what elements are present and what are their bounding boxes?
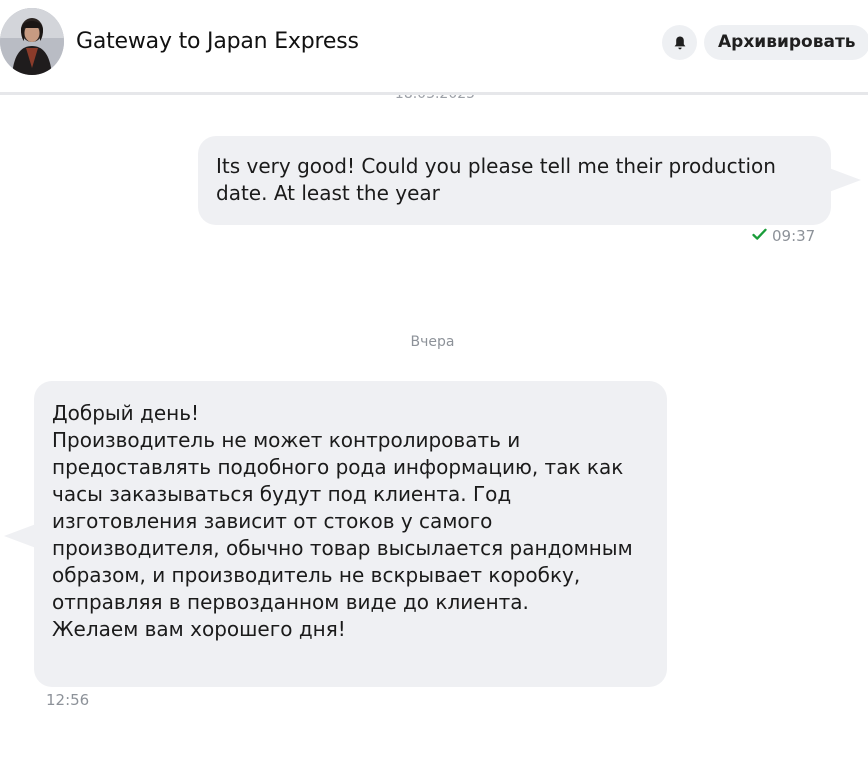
message-incoming-time: 12:56 (46, 691, 90, 709)
message-incoming[interactable]: Добрый день! Производитель не может конт… (34, 381, 667, 687)
date-separator: Вчера (410, 334, 455, 350)
chat-title: Gateway to Japan Express (76, 29, 359, 54)
avatar[interactable] (0, 8, 64, 75)
avatar-image (0, 8, 64, 75)
chat-header: Gateway to Japan Express Архивировать (0, 0, 868, 95)
bubble-tail-incoming (4, 524, 36, 548)
message-outgoing-time: 09:37 (772, 227, 816, 245)
chat-window: 18.03.2025 Gateway to Japan Express Архи… (0, 0, 868, 777)
message-outgoing-text: Its very good! Could you please tell me … (216, 154, 776, 205)
notifications-button[interactable] (662, 25, 697, 60)
message-incoming-text: Добрый день! Производитель не может конт… (52, 401, 633, 641)
message-outgoing[interactable]: Its very good! Could you please tell me … (198, 136, 831, 225)
message-outgoing-meta: 09:37 (752, 227, 815, 245)
bell-icon (674, 36, 685, 49)
checkmark-icon (752, 227, 767, 245)
archive-button[interactable]: Архивировать (704, 25, 868, 60)
bubble-tail-outgoing (829, 168, 861, 192)
